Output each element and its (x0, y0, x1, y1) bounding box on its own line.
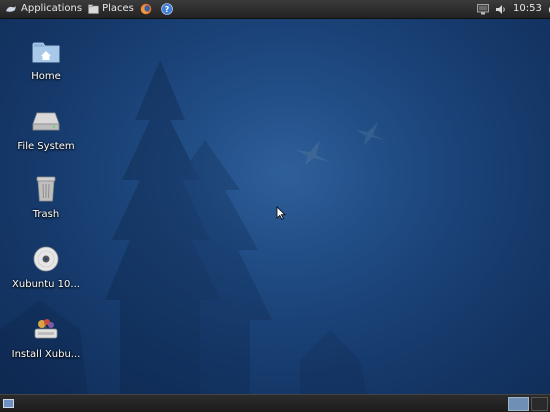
speaker-icon (496, 4, 505, 14)
places-label: Places (102, 3, 134, 14)
cd-disc-icon (31, 244, 61, 274)
mouse-pointer-icon (276, 206, 286, 220)
installer-icon (31, 314, 61, 344)
show-desktop-button[interactable] (3, 399, 14, 408)
session-menu-button[interactable] (545, 0, 550, 18)
xfce-mouse-icon (6, 6, 16, 12)
trash-icon (31, 174, 61, 204)
monitor-icon (477, 3, 489, 14)
desktop-screen: Applications Places ? 10:53 Home File Sy… (0, 0, 550, 412)
help-icon: ? (161, 3, 173, 15)
home-folder-icon (31, 36, 61, 66)
bird-shapes (295, 122, 386, 165)
desktop-icon-file-system[interactable]: File System (6, 106, 86, 152)
desktop-icon-label: Trash (32, 209, 60, 220)
svg-text:?: ? (165, 5, 170, 14)
help-launcher[interactable]: ? (155, 0, 179, 18)
desktop-icon-xubuntu-disc[interactable]: Xubuntu 10... (6, 244, 86, 290)
desktop-icon-trash[interactable]: Trash (6, 174, 86, 220)
firefox-icon (140, 3, 152, 15)
clock-time: 10:53 (513, 3, 542, 14)
browser-launcher[interactable] (137, 0, 155, 18)
desktop-icon-home[interactable]: Home (6, 36, 86, 82)
desktop-icon-label: Home (31, 71, 61, 82)
desktop-icon-label: Install Xubu... (11, 349, 81, 360)
places-menu-button[interactable]: Places (85, 0, 137, 18)
workspace-1-button[interactable] (508, 397, 529, 411)
applications-menu-button[interactable]: Applications (2, 0, 85, 18)
workspace-2-button[interactable] (531, 397, 548, 411)
desktop-icon-label: File System (17, 141, 75, 152)
clock[interactable]: 10:53 (510, 0, 545, 18)
folder-icon (88, 4, 99, 14)
desktop-icon-label: Xubuntu 10... (12, 279, 80, 290)
top-panel: Applications Places ? 10:53 (0, 0, 550, 19)
bottom-panel (0, 394, 550, 412)
applications-label: Applications (21, 3, 83, 14)
drive-icon (31, 106, 61, 136)
notification-area-button[interactable] (474, 0, 492, 18)
system-tray: 10:53 (474, 0, 550, 18)
volume-button[interactable] (492, 0, 510, 18)
desktop-icon-install-xubuntu[interactable]: Install Xubu... (6, 314, 86, 360)
